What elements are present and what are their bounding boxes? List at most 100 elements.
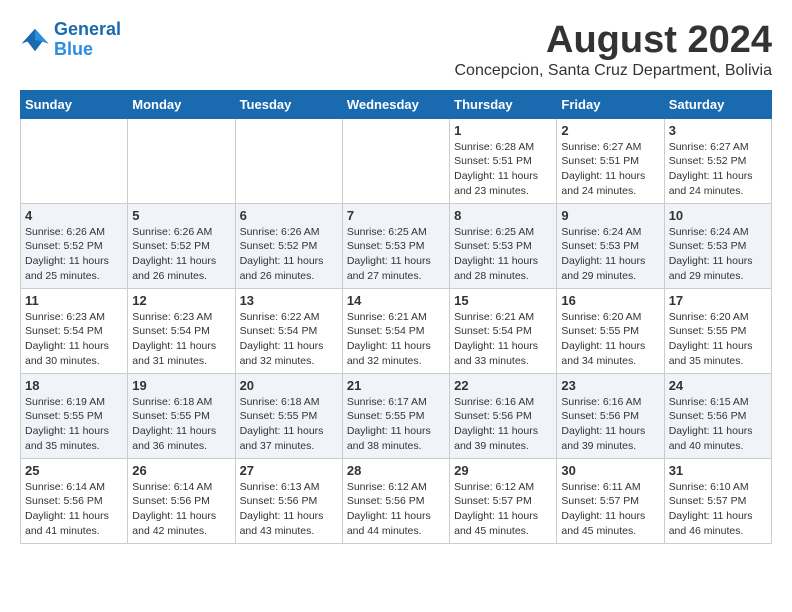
calendar-cell: 29 Sunrise: 6:12 AM Sunset: 5:57 PM Dayli… (450, 458, 557, 543)
calendar-cell: 1 Sunrise: 6:28 AM Sunset: 5:51 PM Daylig… (450, 118, 557, 203)
day-info: Sunrise: 6:28 AM Sunset: 5:51 PM Dayligh… (454, 140, 552, 199)
calendar-cell (128, 118, 235, 203)
calendar-week-5: 25 Sunrise: 6:14 AM Sunset: 5:56 PM Dayli… (21, 458, 772, 543)
calendar-cell: 12 Sunrise: 6:23 AM Sunset: 5:54 PM Dayli… (128, 288, 235, 373)
header-monday: Monday (128, 90, 235, 118)
calendar-cell: 16 Sunrise: 6:20 AM Sunset: 5:55 PM Dayli… (557, 288, 664, 373)
header-saturday: Saturday (664, 90, 771, 118)
calendar-cell: 17 Sunrise: 6:20 AM Sunset: 5:55 PM Dayli… (664, 288, 771, 373)
day-number: 20 (240, 378, 338, 393)
day-info: Sunrise: 6:16 AM Sunset: 5:56 PM Dayligh… (561, 395, 659, 454)
day-info: Sunrise: 6:26 AM Sunset: 5:52 PM Dayligh… (25, 225, 123, 284)
day-info: Sunrise: 6:18 AM Sunset: 5:55 PM Dayligh… (132, 395, 230, 454)
day-number: 27 (240, 463, 338, 478)
calendar-cell: 9 Sunrise: 6:24 AM Sunset: 5:53 PM Daylig… (557, 203, 664, 288)
day-info: Sunrise: 6:25 AM Sunset: 5:53 PM Dayligh… (454, 225, 552, 284)
day-info: Sunrise: 6:19 AM Sunset: 5:55 PM Dayligh… (25, 395, 123, 454)
header-tuesday: Tuesday (235, 90, 342, 118)
calendar-cell: 6 Sunrise: 6:26 AM Sunset: 5:52 PM Daylig… (235, 203, 342, 288)
calendar-header-row: SundayMondayTuesdayWednesdayThursdayFrid… (21, 90, 772, 118)
calendar-cell: 8 Sunrise: 6:25 AM Sunset: 5:53 PM Daylig… (450, 203, 557, 288)
calendar-cell (235, 118, 342, 203)
day-number: 8 (454, 208, 552, 223)
day-info: Sunrise: 6:17 AM Sunset: 5:55 PM Dayligh… (347, 395, 445, 454)
day-info: Sunrise: 6:11 AM Sunset: 5:57 PM Dayligh… (561, 480, 659, 539)
calendar-week-4: 18 Sunrise: 6:19 AM Sunset: 5:55 PM Dayli… (21, 373, 772, 458)
day-number: 4 (25, 208, 123, 223)
day-info: Sunrise: 6:24 AM Sunset: 5:53 PM Dayligh… (561, 225, 659, 284)
calendar-cell: 5Sunrise: 6:26 AM Sunset: 5:52 PM Daylig… (128, 203, 235, 288)
day-info: Sunrise: 6:21 AM Sunset: 5:54 PM Dayligh… (454, 310, 552, 369)
day-info: Sunrise: 6:23 AM Sunset: 5:54 PM Dayligh… (132, 310, 230, 369)
day-info: Sunrise: 6:20 AM Sunset: 5:55 PM Dayligh… (669, 310, 767, 369)
day-number: 16 (561, 293, 659, 308)
calendar-cell: 31 Sunrise: 6:10 AM Sunset: 5:57 PM Dayli… (664, 458, 771, 543)
day-number: 30 (561, 463, 659, 478)
day-info: Sunrise: 6:15 AM Sunset: 5:56 PM Dayligh… (669, 395, 767, 454)
day-number: 25 (25, 463, 123, 478)
calendar-cell: 27 Sunrise: 6:13 AM Sunset: 5:56 PM Dayli… (235, 458, 342, 543)
calendar-cell: 13Sunrise: 6:22 AM Sunset: 5:54 PM Dayli… (235, 288, 342, 373)
day-number: 11 (25, 293, 123, 308)
day-number: 15 (454, 293, 552, 308)
day-number: 13 (240, 293, 338, 308)
calendar-cell: 7 Sunrise: 6:25 AM Sunset: 5:53 PM Daylig… (342, 203, 449, 288)
day-number: 21 (347, 378, 445, 393)
day-info: Sunrise: 6:14 AM Sunset: 5:56 PM Dayligh… (132, 480, 230, 539)
day-info: Sunrise: 6:12 AM Sunset: 5:57 PM Dayligh… (454, 480, 552, 539)
day-number: 1 (454, 123, 552, 138)
logo: General Blue (20, 20, 121, 60)
day-number: 24 (669, 378, 767, 393)
header-friday: Friday (557, 90, 664, 118)
day-info: Sunrise: 6:25 AM Sunset: 5:53 PM Dayligh… (347, 225, 445, 284)
day-number: 18 (25, 378, 123, 393)
calendar-cell: 25 Sunrise: 6:14 AM Sunset: 5:56 PM Dayli… (21, 458, 128, 543)
day-info: Sunrise: 6:14 AM Sunset: 5:56 PM Dayligh… (25, 480, 123, 539)
calendar-cell: 23Sunrise: 6:16 AM Sunset: 5:56 PM Dayli… (557, 373, 664, 458)
day-info: Sunrise: 6:10 AM Sunset: 5:57 PM Dayligh… (669, 480, 767, 539)
day-number: 14 (347, 293, 445, 308)
calendar-week-3: 11 Sunrise: 6:23 AM Sunset: 5:54 PM Dayli… (21, 288, 772, 373)
calendar-cell (342, 118, 449, 203)
day-number: 31 (669, 463, 767, 478)
calendar-cell: 21 Sunrise: 6:17 AM Sunset: 5:55 PM Dayli… (342, 373, 449, 458)
day-number: 7 (347, 208, 445, 223)
day-number: 19 (132, 378, 230, 393)
page-header: General Blue August 2024 Concepcion, San… (20, 20, 772, 80)
calendar-cell: 28 Sunrise: 6:12 AM Sunset: 5:56 PM Dayli… (342, 458, 449, 543)
day-number: 9 (561, 208, 659, 223)
day-number: 3 (669, 123, 767, 138)
day-number: 28 (347, 463, 445, 478)
day-number: 17 (669, 293, 767, 308)
calendar-cell: 18 Sunrise: 6:19 AM Sunset: 5:55 PM Dayli… (21, 373, 128, 458)
calendar-cell: 20Sunrise: 6:18 AM Sunset: 5:55 PM Dayli… (235, 373, 342, 458)
calendar-cell: 30 Sunrise: 6:11 AM Sunset: 5:57 PM Dayli… (557, 458, 664, 543)
title-area: August 2024 Concepcion, Santa Cruz Depar… (455, 20, 773, 80)
calendar-cell: 24 Sunrise: 6:15 AM Sunset: 5:56 PM Dayli… (664, 373, 771, 458)
day-number: 6 (240, 208, 338, 223)
day-info: Sunrise: 6:20 AM Sunset: 5:55 PM Dayligh… (561, 310, 659, 369)
day-info: Sunrise: 6:27 AM Sunset: 5:51 PM Dayligh… (561, 140, 659, 199)
calendar-cell: 26Sunrise: 6:14 AM Sunset: 5:56 PM Dayli… (128, 458, 235, 543)
day-number: 29 (454, 463, 552, 478)
calendar-cell: 14 Sunrise: 6:21 AM Sunset: 5:54 PM Dayli… (342, 288, 449, 373)
day-info: Sunrise: 6:13 AM Sunset: 5:56 PM Dayligh… (240, 480, 338, 539)
day-number: 2 (561, 123, 659, 138)
calendar-cell: 2 Sunrise: 6:27 AM Sunset: 5:51 PM Daylig… (557, 118, 664, 203)
day-info: Sunrise: 6:24 AM Sunset: 5:53 PM Dayligh… (669, 225, 767, 284)
day-info: Sunrise: 6:26 AM Sunset: 5:52 PM Dayligh… (240, 225, 338, 284)
logo-bird-icon (20, 25, 50, 55)
day-info: Sunrise: 6:12 AM Sunset: 5:56 PM Dayligh… (347, 480, 445, 539)
calendar-week-1: 1 Sunrise: 6:28 AM Sunset: 5:51 PM Daylig… (21, 118, 772, 203)
day-info: Sunrise: 6:27 AM Sunset: 5:52 PM Dayligh… (669, 140, 767, 199)
day-info: Sunrise: 6:21 AM Sunset: 5:54 PM Dayligh… (347, 310, 445, 369)
calendar-cell: 19 Sunrise: 6:18 AM Sunset: 5:55 PM Dayli… (128, 373, 235, 458)
day-number: 22 (454, 378, 552, 393)
day-info: Sunrise: 6:16 AM Sunset: 5:56 PM Dayligh… (454, 395, 552, 454)
calendar-cell: 22 Sunrise: 6:16 AM Sunset: 5:56 PM Dayli… (450, 373, 557, 458)
calendar-week-2: 4 Sunrise: 6:26 AM Sunset: 5:52 PM Daylig… (21, 203, 772, 288)
logo-text: General Blue (54, 20, 121, 60)
calendar-cell: 10Sunrise: 6:24 AM Sunset: 5:53 PM Dayli… (664, 203, 771, 288)
day-number: 12 (132, 293, 230, 308)
calendar-cell: 11Sunrise: 6:23 AM Sunset: 5:54 PM Dayli… (21, 288, 128, 373)
